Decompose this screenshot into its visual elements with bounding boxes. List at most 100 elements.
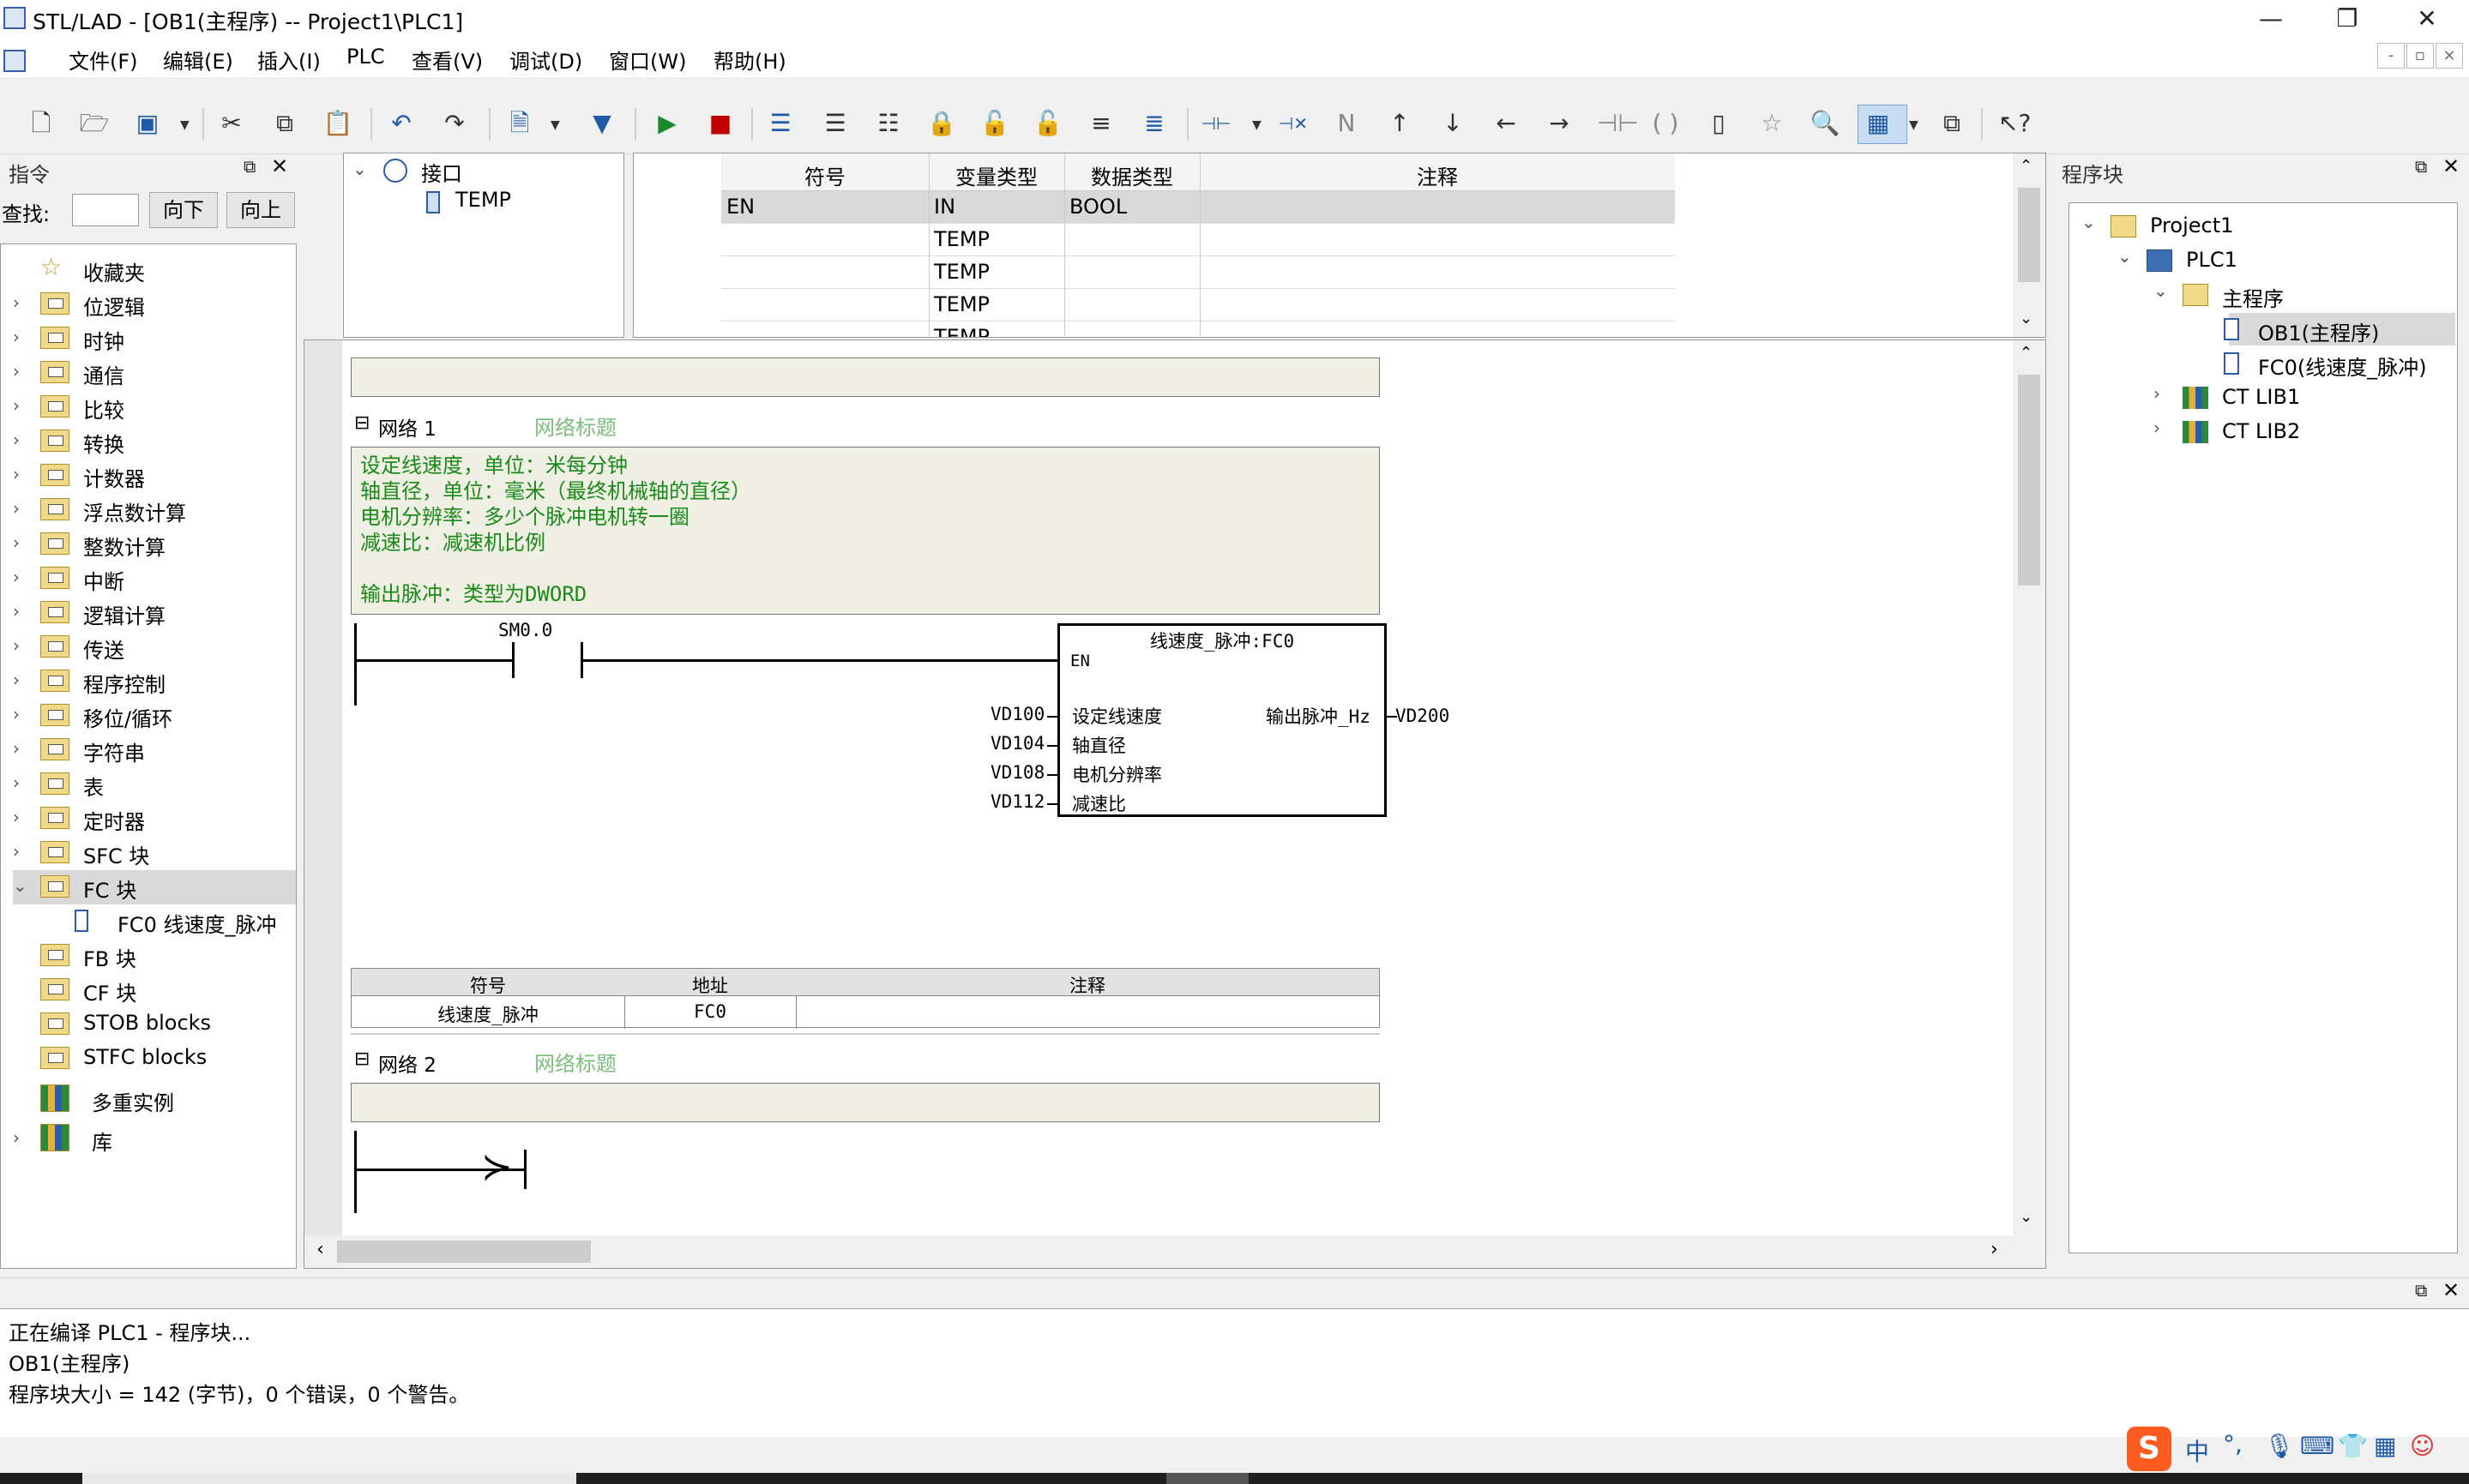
compile-icon[interactable]: 🗎 (504, 108, 535, 139)
input-address[interactable]: VD112 (991, 791, 1045, 812)
copy-icon[interactable]: ⧉ (269, 108, 300, 139)
comment-toggle-icon[interactable]: ≣ (1139, 108, 1170, 139)
comment-icon[interactable]: ≡ (1086, 108, 1117, 139)
float-icon[interactable]: ⧉ (2415, 156, 2427, 177)
interface-cell[interactable]: BOOL (1069, 195, 1198, 219)
input-address[interactable]: VD108 (991, 762, 1045, 783)
block-tree-item[interactable]: FC0(线速度_脉冲) (2069, 347, 2455, 382)
empty-box-arrow-icon[interactable]: ≻ (481, 1146, 513, 1189)
interface-column-header[interactable]: 注释 (1200, 160, 1675, 190)
line-right-icon[interactable]: → (1544, 108, 1575, 139)
instruction-item[interactable]: CF 块 (13, 973, 296, 1007)
interface-row[interactable] (721, 256, 1675, 289)
download-icon[interactable]: ▼ (587, 108, 617, 139)
scroll-down-icon[interactable]: ⌄ (2020, 309, 2032, 327)
instruction-item[interactable]: › 移位/循环 (13, 699, 296, 733)
expand-icon[interactable]: › (13, 704, 20, 724)
block-tree-item[interactable]: OB1(主程序) (2069, 313, 2455, 347)
menu-edit[interactable]: 编辑(E) (163, 45, 233, 75)
editor-vscroll[interactable]: ⌃ ⌄ (2013, 340, 2045, 1235)
chevron-down-icon[interactable]: ⌄ (352, 159, 367, 179)
mdi-close-icon[interactable]: × (2436, 43, 2463, 69)
save-dropdown-icon[interactable]: ▼ (180, 118, 190, 132)
instruction-item[interactable]: › SFC 块 (13, 836, 296, 870)
ladder-editor[interactable]: ⊟ 网络 1 网络标题 设定线速度，单位：米每分钟 轴直径，单位：毫米（最终机械… (304, 339, 2046, 1269)
instruction-item[interactable]: › 逻辑计算 (13, 596, 296, 630)
scroll-thumb[interactable] (337, 1241, 591, 1263)
help-icon[interactable]: ↖? (1998, 108, 2031, 139)
scroll-right-icon[interactable]: › (1990, 1239, 1998, 1260)
compile-dropdown-icon[interactable]: ▼ (551, 118, 560, 132)
interface-column-header[interactable]: 符号 (721, 160, 929, 190)
scroll-thumb[interactable] (2018, 375, 2040, 586)
window-icon[interactable]: ⧉ (1936, 108, 1967, 139)
contact-delete-icon[interactable]: ⊣✕ (1278, 108, 1309, 139)
paste-icon[interactable]: 📋 (322, 108, 353, 139)
menu-file[interactable]: 文件(F) (69, 45, 138, 75)
skin-icon[interactable]: 👕 (2338, 1432, 2368, 1460)
block-tree-item[interactable]: › CT LIB2 (2069, 416, 2455, 450)
close-panel-icon[interactable]: ✕ (2442, 1278, 2460, 1302)
open-icon[interactable]: 🗁 (79, 108, 110, 139)
scroll-left-icon[interactable]: ‹ (316, 1239, 324, 1260)
save-icon[interactable]: ▣ (132, 108, 163, 139)
interface-cell[interactable]: TEMP (934, 227, 1063, 251)
instruction-item[interactable]: FC0 线速度_脉冲 (13, 904, 296, 939)
network-icon[interactable]: ☷ (873, 108, 904, 139)
expand-icon[interactable]: › (2153, 383, 2160, 404)
expand-icon[interactable]: › (13, 670, 20, 690)
instruction-item[interactable]: 多重实例 (13, 1083, 296, 1117)
expand-icon[interactable]: › (13, 464, 20, 484)
scroll-up-icon[interactable]: ⌃ (2020, 344, 2032, 362)
scroll-up-icon[interactable]: ⌃ (2020, 157, 2032, 175)
expand-icon[interactable]: › (13, 635, 20, 656)
network-1-comment[interactable]: 设定线速度，单位：米每分钟 轴直径，单位：毫米（最终机械轴的直径） 电机分辨率：… (351, 447, 1380, 615)
expand-icon[interactable]: › (13, 807, 20, 827)
network-1-collapse-icon[interactable]: ⊟ (354, 412, 370, 434)
instruction-item[interactable]: › 传送 (13, 630, 296, 664)
network-2-title[interactable]: 网络标题 (534, 1047, 617, 1077)
menu-window[interactable]: 窗口(W) (609, 45, 686, 75)
expand-icon[interactable]: ⌄ (2081, 212, 2096, 232)
coil-icon[interactable]: ( ) (1650, 108, 1681, 139)
expand-icon[interactable]: › (13, 327, 20, 347)
grid-view-icon[interactable]: ▦ (1863, 108, 1894, 139)
close-panel-icon[interactable]: ✕ (271, 154, 288, 178)
box-icon[interactable]: ▯ (1703, 108, 1734, 139)
interface-cell[interactable]: TEMP (934, 325, 1063, 337)
contact-address[interactable]: SM0.0 (498, 620, 552, 640)
mdi-minimize-icon[interactable]: - (2377, 43, 2405, 69)
instruction-item[interactable]: ☆ 收藏夹 (13, 253, 296, 287)
taskbar-item[interactable] (1166, 1473, 1249, 1484)
close-panel-icon[interactable]: ✕ (2442, 154, 2460, 178)
program-comment[interactable] (351, 357, 1380, 397)
menu-help[interactable]: 帮助(H) (714, 45, 786, 75)
interface-cell[interactable]: EN (726, 195, 927, 219)
network-1-title[interactable]: 网络标题 (534, 411, 617, 441)
block-tree-item[interactable]: › CT LIB1 (2069, 382, 2455, 416)
instruction-item[interactable]: ⌄ FC 块 (13, 870, 296, 904)
instruction-item[interactable]: › 程序控制 (13, 664, 296, 699)
menu-plc[interactable]: PLC (346, 45, 385, 69)
restore-button[interactable]: ❐ (2313, 0, 2382, 38)
expand-icon[interactable]: › (13, 738, 20, 759)
mdi-restore-icon[interactable]: ▫ (2406, 43, 2434, 69)
zoom-icon[interactable]: 🔍 (1810, 108, 1840, 139)
instruction-item[interactable]: › 时钟 (13, 321, 296, 356)
interface-cell[interactable]: TEMP (934, 292, 1063, 316)
interface-row[interactable] (721, 321, 1675, 337)
line-left-icon[interactable]: ← (1490, 108, 1521, 139)
instruction-item[interactable]: › 定时器 (13, 802, 296, 836)
instruction-item[interactable]: › 中断 (13, 562, 296, 596)
fc-box[interactable]: 线速度_脉冲:FC0 EN 设定线速度 轴直径 电机分辨率 减速比 输出脉冲_H… (1057, 623, 1387, 817)
expand-icon[interactable]: › (13, 532, 20, 553)
sogou-mascot-icon[interactable]: ☺ (2410, 1432, 2435, 1460)
insert-network-icon[interactable]: ☰ (765, 108, 796, 139)
keyboard-icon[interactable]: ⌨ (2300, 1432, 2334, 1460)
output-address[interactable]: VD200 (1395, 706, 1449, 726)
float-icon[interactable]: ⧉ (2415, 1280, 2427, 1301)
grid-view-dropdown-icon[interactable]: ▼ (1909, 118, 1918, 132)
contact-insert-icon[interactable]: ⊣⊢ (1201, 108, 1231, 139)
expand-icon[interactable]: ⌄ (2153, 280, 2168, 301)
new-icon[interactable]: 🗋 (26, 108, 57, 139)
